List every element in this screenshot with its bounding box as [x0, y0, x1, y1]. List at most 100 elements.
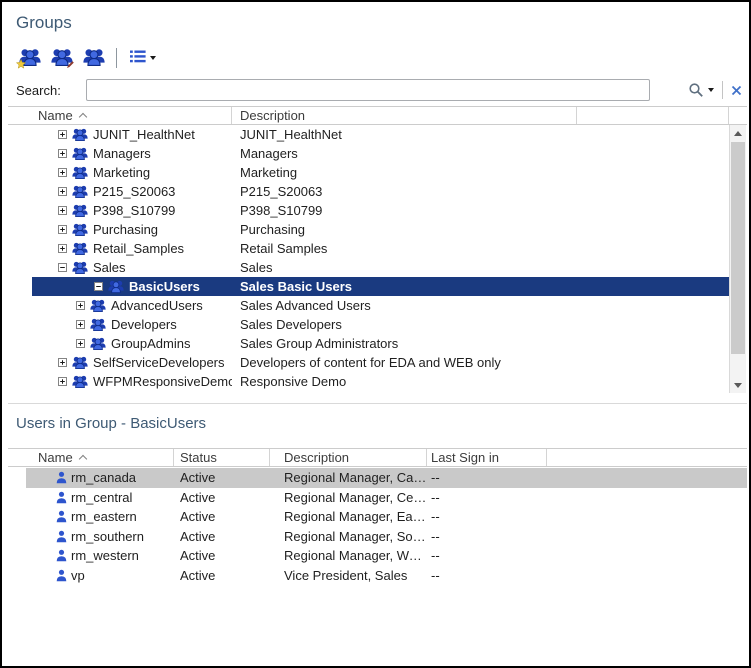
group-name: Retail_Samples [93, 241, 184, 256]
expand-icon[interactable] [58, 377, 67, 386]
group-row[interactable]: AdvancedUsersSales Advanced Users [32, 296, 729, 315]
group-description: Sales Advanced Users [232, 298, 729, 313]
chevron-down-icon [150, 56, 156, 60]
group-description: P215_S20063 [232, 184, 729, 199]
expand-icon[interactable] [58, 206, 67, 215]
group-row[interactable]: SalesSales [32, 258, 729, 277]
group-name-cell: BasicUsers [32, 279, 232, 294]
user-description: Regional Manager, Central [270, 490, 427, 505]
group-description: P398_S10799 [232, 203, 729, 218]
group-row[interactable]: Retail_SamplesRetail Samples [32, 239, 729, 258]
group-row[interactable]: BasicUsersSales Basic Users [32, 277, 729, 296]
group-icon [72, 166, 88, 179]
user-status: Active [174, 509, 270, 524]
group-name-cell: Marketing [32, 165, 232, 180]
search-icon [688, 82, 704, 98]
column-header-last-sign-in[interactable]: Last Sign in [427, 449, 547, 466]
expand-icon[interactable] [58, 149, 67, 158]
group-icon [108, 280, 124, 293]
group-description: Sales [232, 260, 729, 275]
group-icon [72, 261, 88, 274]
group-row[interactable]: MarketingMarketing [32, 163, 729, 182]
expand-icon[interactable] [58, 187, 67, 196]
scroll-up-button[interactable] [730, 125, 746, 141]
user-row[interactable]: rm_canadaActiveRegional Manager, Canada-… [26, 468, 747, 488]
group-icon [72, 356, 88, 369]
user-row[interactable]: rm_southernActiveRegional Manager, South… [26, 527, 747, 547]
group-name-cell: P215_S20063 [32, 184, 232, 199]
user-name-cell: rm_eastern [26, 509, 174, 524]
user-name: rm_central [71, 490, 132, 505]
expand-icon[interactable] [58, 225, 67, 234]
tree-indent [32, 172, 58, 173]
expand-icon[interactable] [76, 301, 85, 310]
search-input[interactable] [86, 79, 650, 101]
group-row[interactable]: WFPMResponsiveDemoResponsive Demo [32, 372, 729, 391]
group-row[interactable]: ManagersManagers [32, 144, 729, 163]
group-description: Sales Group Administrators [232, 336, 729, 351]
column-header-name[interactable]: Name [8, 107, 232, 124]
delete-group-button[interactable] [79, 46, 109, 70]
user-row[interactable]: rm_central ActiveRegional Manager, Centra… [26, 488, 747, 508]
group-description: Responsive Demo [232, 374, 729, 389]
group-description: JUNIT_HealthNet [232, 127, 729, 142]
user-description: Regional Manager, Canada [270, 470, 427, 485]
column-header-name[interactable]: Name [8, 449, 174, 466]
user-name-cell: rm_central [26, 490, 174, 505]
user-status: Active [174, 490, 270, 505]
scroll-down-button[interactable] [730, 377, 746, 393]
user-last-sign-in: -- [427, 568, 547, 583]
column-header-description[interactable]: Description [270, 449, 427, 466]
group-row[interactable]: GroupAdminsSales Group Administrators [32, 334, 729, 353]
clear-search-button[interactable] [731, 85, 742, 96]
pencil-icon [66, 60, 75, 69]
user-last-sign-in: -- [427, 470, 547, 485]
expand-icon[interactable] [58, 130, 67, 139]
edit-group-button[interactable] [47, 46, 77, 70]
user-last-sign-in: -- [427, 509, 547, 524]
group-row[interactable]: DevelopersSales Developers [32, 315, 729, 334]
group-description: Sales Developers [232, 317, 729, 332]
expand-icon[interactable] [58, 168, 67, 177]
collapse-icon[interactable] [58, 263, 67, 272]
group-row[interactable]: P215_S20063P215_S20063 [32, 182, 729, 201]
expand-icon[interactable] [76, 339, 85, 348]
search-separator [722, 81, 723, 99]
users-section-title: Users in Group - BasicUsers [16, 415, 206, 432]
expand-icon[interactable] [58, 358, 67, 367]
toolbar [14, 45, 163, 71]
user-description: Regional Manager, Southern [270, 529, 427, 544]
column-header-status[interactable]: Status [174, 449, 270, 466]
user-row[interactable]: rm_westernActiveRegional Manager, Wester… [26, 546, 747, 566]
column-header-label: Last Sign in [431, 450, 499, 465]
user-name: rm_western [71, 548, 139, 563]
toolbar-separator [116, 48, 117, 68]
column-header-description[interactable]: Description [232, 107, 577, 124]
group-row[interactable]: P398_S10799P398_S10799 [32, 201, 729, 220]
user-last-sign-in: -- [427, 490, 547, 505]
view-menu-button[interactable] [124, 46, 162, 70]
group-name-cell: Purchasing [32, 222, 232, 237]
collapse-icon[interactable] [94, 282, 103, 291]
tree-indent [32, 286, 94, 287]
tree-indent [32, 324, 76, 325]
search-button[interactable] [688, 82, 714, 98]
group-row[interactable]: PurchasingPurchasing [32, 220, 729, 239]
tree-indent [32, 191, 58, 192]
page-title: Groups [16, 13, 72, 33]
new-group-button[interactable] [15, 46, 45, 70]
user-row[interactable]: vpActiveVice President, Sales-- [26, 566, 747, 586]
group-name-cell: Sales [32, 260, 232, 275]
scrollbar[interactable] [729, 125, 746, 393]
user-row[interactable]: rm_easternActiveRegional Manager, Easter… [26, 507, 747, 527]
group-row[interactable]: SelfServiceDevelopersDevelopers of conte… [32, 353, 729, 372]
user-name-cell: rm_southern [26, 529, 174, 544]
group-icon [72, 375, 88, 388]
expand-icon[interactable] [58, 244, 67, 253]
group-icon [72, 242, 88, 255]
group-icon [72, 147, 88, 160]
scrollbar-thumb[interactable] [731, 142, 745, 354]
user-icon [56, 471, 67, 484]
group-row[interactable]: JUNIT_HealthNetJUNIT_HealthNet [32, 125, 729, 144]
expand-icon[interactable] [76, 320, 85, 329]
